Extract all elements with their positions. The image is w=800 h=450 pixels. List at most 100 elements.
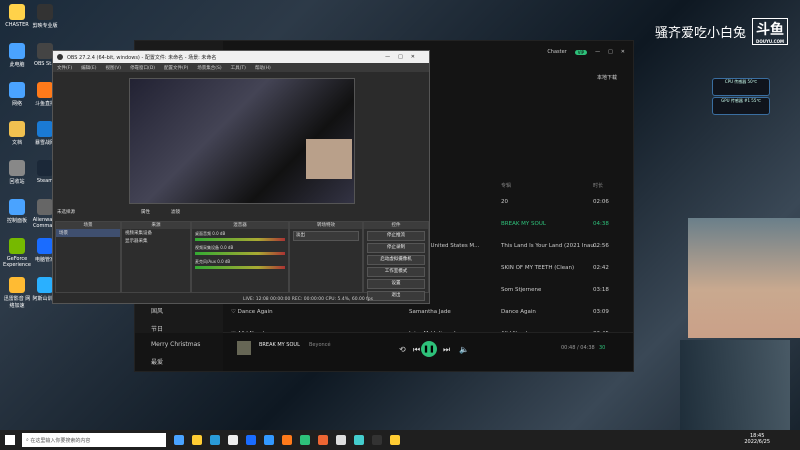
app-icon [9, 121, 25, 137]
obs-menu-item[interactable]: 停靠窗口(D) [130, 65, 155, 71]
desktop-icon[interactable]: 迅雷影音 网络加速 [2, 277, 32, 309]
close-icon[interactable]: ✕ [621, 49, 625, 55]
douyu-watermark: 骚齐爱吃小白兔 斗鱼 DOUYU.COM [655, 18, 788, 45]
desktop-icon[interactable]: 此电脑 [2, 43, 32, 68]
mixer-channel[interactable]: 桌面音频 0.0 dB [192, 229, 288, 243]
desktop-icon[interactable]: GeForce Experience [2, 238, 32, 268]
app-icon [37, 4, 53, 20]
obs-title: OBS 27.2.4 (64-bit, windows) - 配置文件: 未命名… [67, 54, 217, 61]
app-icon [37, 277, 53, 293]
desktop-icon-label: 网络 [11, 101, 22, 107]
window-controls[interactable]: —□✕ [385, 54, 423, 60]
desktop-icon[interactable]: 网络 [2, 82, 32, 107]
game-art [680, 340, 790, 430]
next-icon[interactable]: ⏭ [443, 345, 450, 355]
source-item[interactable]: 显示器采集 [122, 237, 190, 245]
nav-christmas[interactable]: Merry Christmas [151, 341, 200, 348]
properties-button[interactable]: 属性 [141, 209, 150, 215]
desktop-icon[interactable]: 控制面板 [2, 199, 32, 224]
mixer-channel-label: 桌面音频 0.0 dB [195, 231, 226, 236]
track-cell: Som Stjernene [501, 287, 542, 293]
taskbar-app-icon[interactable] [228, 435, 238, 445]
taskbar-app-icon[interactable] [282, 435, 292, 445]
scene-item[interactable]: 场景 [56, 229, 120, 237]
desktop-icon[interactable]: 剪映专业版 [30, 4, 60, 29]
taskbar-app-icon[interactable] [354, 435, 364, 445]
album-cover[interactable] [237, 341, 251, 355]
obs-menu-item[interactable]: 工具(T) [231, 65, 246, 71]
obs-menu-item[interactable]: 编辑(E) [81, 65, 96, 71]
taskbar-app-icon[interactable] [246, 435, 256, 445]
taskbar-app-icon[interactable] [210, 435, 220, 445]
local-download-label[interactable]: 本地下载 [597, 74, 617, 81]
obs-control-button[interactable]: 停止推流 [367, 231, 425, 241]
mixer-channel-label: 麦克风/Aux 0.0 dB [195, 259, 231, 264]
mixer-channel[interactable]: 视频采集设备 0.0 dB [192, 243, 288, 257]
clock-date: 2022/6/25 [744, 439, 770, 445]
track-cell: Dance Again [501, 309, 536, 315]
obs-control-button[interactable]: 设置 [367, 279, 425, 289]
play-pause-button[interactable]: ❚❚ [421, 341, 437, 357]
desktop: { "desktop_icons":[ {"label":"CHASTER","… [0, 0, 800, 450]
volume-meter[interactable] [195, 238, 285, 241]
app-icon [9, 277, 25, 293]
playlist-count[interactable]: 30 [599, 345, 605, 351]
transition-select[interactable]: 淡出 [293, 231, 359, 241]
app-icon [9, 43, 25, 59]
taskbar-app-icon[interactable] [264, 435, 274, 445]
np-title: BREAK MY SOUL [259, 342, 300, 348]
taskbar-app-icon[interactable] [300, 435, 310, 445]
desktop-icon-label: 回收站 [9, 179, 25, 185]
loop-icon[interactable]: ⟲ [399, 345, 406, 354]
prev-icon[interactable]: ⏮ [413, 345, 420, 355]
np-artist: Beyoncé [309, 342, 331, 348]
track-cell: 02:06 [593, 199, 609, 205]
transitions-panel: 转场特效 淡出 [289, 221, 363, 293]
mixer-channel[interactable]: 麦克风/Aux 0.0 dB [192, 257, 288, 271]
maximize-icon[interactable]: □ [608, 49, 613, 55]
filters-button[interactable]: 滤镜 [171, 209, 180, 215]
app-icon [37, 43, 53, 59]
obs-menu-item[interactable]: 帮助(H) [255, 65, 271, 71]
start-icon[interactable] [5, 435, 15, 445]
nav-guofeng[interactable]: 国风 [151, 306, 163, 315]
obs-menu-item[interactable]: 视图(V) [105, 65, 121, 71]
clock[interactable]: 18:45 2022/6/25 [744, 433, 770, 445]
obs-menu-item[interactable]: 场景集合(S) [197, 65, 221, 71]
nav-favorites[interactable]: 最爱 [151, 357, 163, 366]
taskbar-app-icon[interactable] [174, 435, 184, 445]
obs-titlebar: OBS 27.2.4 (64-bit, windows) - 配置文件: 未命名… [53, 51, 429, 63]
taskbar-app-icon[interactable] [318, 435, 328, 445]
nav-festival[interactable]: 节日 [151, 324, 163, 333]
track-cell: 03:09 [593, 309, 609, 315]
preview-webcam [306, 139, 352, 179]
obs-control-button[interactable]: 停止录制 [367, 243, 425, 253]
taskbar-app-icon[interactable] [336, 435, 346, 445]
taskbar-app-icon[interactable] [372, 435, 382, 445]
desktop-icon[interactable]: CHASTER [2, 4, 32, 28]
obs-menu-item[interactable]: 文件(F) [57, 65, 72, 71]
taskbar-search[interactable]: ⌕ 在这里输入你要搜索的内容 [22, 433, 166, 447]
volume-meter[interactable] [195, 252, 285, 255]
track-cell: BREAK MY SOUL [501, 221, 546, 227]
obs-control-button[interactable]: 退出 [367, 291, 425, 301]
scenes-header: 场景 [56, 222, 120, 229]
user-name[interactable]: Chaster [547, 49, 566, 55]
taskbar-app-icon[interactable] [390, 435, 400, 445]
app-icon [9, 82, 25, 98]
controls-header: 控件 [364, 222, 428, 229]
obs-control-button[interactable]: 工作室模式 [367, 267, 425, 277]
source-item[interactable]: 视频采集设备 [122, 229, 190, 237]
minimize-icon[interactable]: — [595, 49, 600, 55]
gpu-temp-widget: GPU 传感器 #1 55℃ [712, 97, 770, 115]
desktop-icon[interactable]: 回收站 [2, 160, 32, 185]
obs-control-button[interactable]: 启动虚拟摄像机 [367, 255, 425, 265]
obs-menu-item[interactable]: 配置文件(P) [164, 65, 188, 71]
desktop-icon[interactable]: 文档 [2, 121, 32, 146]
player-bar: BREAK MY SOUL Beyoncé ⟲ ⏮ ❚❚ ⏭ 🔈 00:48 /… [223, 332, 633, 371]
taskbar-app-icon[interactable] [192, 435, 202, 445]
volume-meter[interactable] [195, 266, 285, 269]
track-row[interactable]: ♡ Dance Again Samantha Jade Dance Again 03:… [223, 301, 633, 323]
status-bar: LIVE: 12:08 00:00:00 REC: 00:00:00 CPU: … [243, 297, 373, 302]
volume-icon[interactable]: 🔈 [459, 345, 469, 354]
